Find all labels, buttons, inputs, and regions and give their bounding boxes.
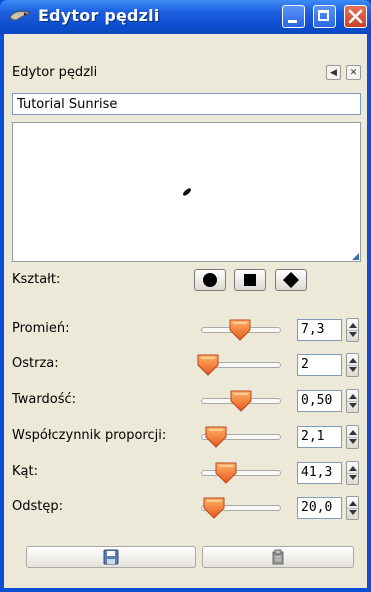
param-spinner[interactable] xyxy=(346,461,359,485)
spin-down-icon[interactable] xyxy=(349,439,357,444)
spin-up-icon[interactable] xyxy=(349,466,357,471)
param-label: Promień: xyxy=(12,321,70,336)
spin-down-icon[interactable] xyxy=(349,510,357,515)
minimize-icon xyxy=(288,20,297,23)
panel-title: Edytor pędzli xyxy=(12,65,98,80)
brush-name-input[interactable] xyxy=(12,93,361,115)
param-value-input[interactable]: 2,1 xyxy=(297,426,342,448)
window-bottom-edge xyxy=(0,588,371,592)
spin-divider xyxy=(347,508,358,509)
param-label: Kąt: xyxy=(12,464,38,479)
spin-up-icon[interactable] xyxy=(349,430,357,435)
panel-close-button[interactable]: ✕ xyxy=(346,65,361,80)
spin-down-icon[interactable] xyxy=(349,403,357,408)
param-spinner[interactable] xyxy=(346,353,359,377)
shape-circle-button[interactable] xyxy=(194,269,226,291)
maximize-icon xyxy=(318,10,329,21)
param-value-input[interactable]: 7,3 xyxy=(297,319,342,341)
circle-icon xyxy=(203,273,217,287)
spin-divider xyxy=(347,330,358,331)
param-value-input[interactable]: 0,50 xyxy=(297,390,342,412)
square-icon xyxy=(244,274,256,286)
spin-divider xyxy=(347,437,358,438)
maximize-button[interactable] xyxy=(313,5,336,28)
spin-up-icon[interactable] xyxy=(349,323,357,328)
diamond-icon xyxy=(283,272,299,288)
close-icon xyxy=(348,9,363,24)
title-bar[interactable]: Edytor pędzli xyxy=(0,0,371,34)
spin-divider xyxy=(347,473,358,474)
spin-down-icon[interactable] xyxy=(349,475,357,480)
param-value-input[interactable]: 20,0 xyxy=(297,497,342,519)
panel-close-icon: ✕ xyxy=(349,67,358,78)
revert-button[interactable] xyxy=(202,546,354,568)
spin-divider xyxy=(347,365,358,366)
slider-thumb[interactable] xyxy=(201,496,227,520)
param-spinner[interactable] xyxy=(346,425,359,449)
save-button[interactable] xyxy=(26,546,196,568)
brush-stroke-preview xyxy=(182,188,192,196)
slider-thumb[interactable] xyxy=(195,353,221,377)
panel-menu-icon: ◀ xyxy=(330,67,337,78)
slider-thumb[interactable] xyxy=(228,389,254,413)
spin-down-icon[interactable] xyxy=(349,367,357,372)
client-area: Edytor pędzli ◀ ✕ Kształt: Promień: 7,3 Os… xyxy=(4,34,367,588)
param-label: Twardość: xyxy=(12,392,77,407)
brush-editor-window: Edytor pędzli Edytor pędzli ◀ ✕ Kształ xyxy=(0,0,371,592)
resize-grip[interactable] xyxy=(352,253,359,260)
spin-up-icon[interactable] xyxy=(349,501,357,506)
panel-menu-button[interactable]: ◀ xyxy=(326,65,341,80)
param-value-input[interactable]: 41,3 xyxy=(297,462,342,484)
slider-thumb[interactable] xyxy=(203,425,229,449)
window-title: Edytor pędzli xyxy=(38,6,160,25)
param-label: Współczynnik proporcji: xyxy=(12,428,167,443)
param-spinner[interactable] xyxy=(346,318,359,342)
minimize-button[interactable] xyxy=(282,5,305,28)
brush-preview[interactable] xyxy=(12,122,361,262)
shape-diamond-button[interactable] xyxy=(275,269,307,291)
gimp-wilber-icon xyxy=(9,10,32,21)
slider-thumb[interactable] xyxy=(213,461,239,485)
shape-square-button[interactable] xyxy=(234,269,266,291)
spin-divider xyxy=(347,401,358,402)
param-label: Ostrza: xyxy=(12,356,59,371)
spin-down-icon[interactable] xyxy=(349,332,357,337)
param-spinner[interactable] xyxy=(346,389,359,413)
close-button[interactable] xyxy=(344,5,367,28)
param-spinner[interactable] xyxy=(346,496,359,520)
spin-up-icon[interactable] xyxy=(349,358,357,363)
param-value-input[interactable]: 2 xyxy=(297,354,342,376)
slider-thumb[interactable] xyxy=(227,318,253,342)
save-icon xyxy=(103,549,119,565)
param-label: Odstęp: xyxy=(12,499,63,514)
revert-icon xyxy=(272,549,284,565)
spin-up-icon[interactable] xyxy=(349,394,357,399)
shape-label: Kształt: xyxy=(12,272,61,287)
